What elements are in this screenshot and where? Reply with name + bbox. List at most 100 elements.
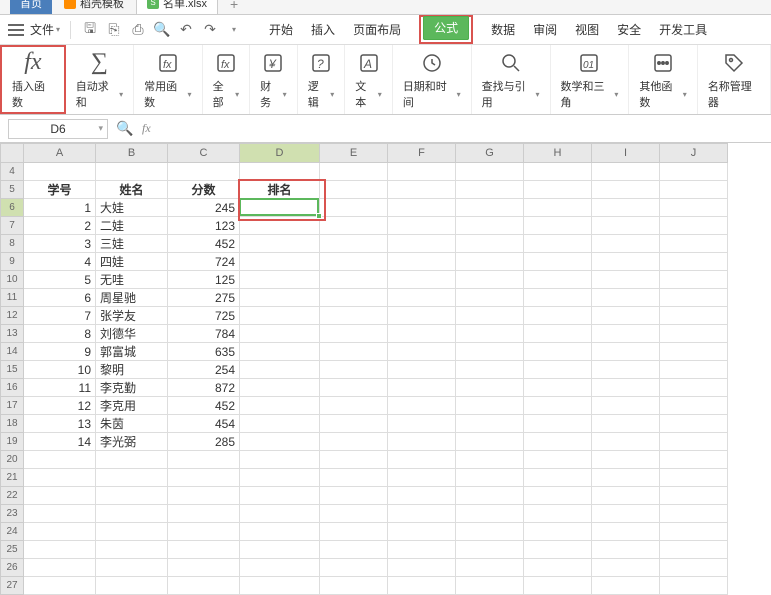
cell[interactable]: [592, 379, 660, 397]
cell[interactable]: [240, 415, 320, 433]
cell[interactable]: [524, 361, 592, 379]
row-header[interactable]: 9: [0, 253, 24, 271]
cell[interactable]: [96, 451, 168, 469]
cell[interactable]: [456, 577, 524, 595]
col-header-B[interactable]: B: [96, 143, 168, 163]
cell[interactable]: [592, 361, 660, 379]
col-header-G[interactable]: G: [456, 143, 524, 163]
cell[interactable]: 李克用: [96, 397, 168, 415]
tab-add[interactable]: +: [220, 0, 248, 14]
cell[interactable]: [388, 577, 456, 595]
cell[interactable]: [24, 469, 96, 487]
zoom-icon[interactable]: 🔍: [116, 120, 134, 138]
cell[interactable]: [592, 541, 660, 559]
col-header-E[interactable]: E: [320, 143, 388, 163]
cell[interactable]: 724: [168, 253, 240, 271]
cell[interactable]: [320, 361, 388, 379]
cell[interactable]: 2: [24, 217, 96, 235]
cell[interactable]: [240, 559, 320, 577]
cell[interactable]: [240, 235, 320, 253]
cell[interactable]: [456, 343, 524, 361]
cell[interactable]: [456, 487, 524, 505]
cell[interactable]: [96, 505, 168, 523]
cell[interactable]: [388, 343, 456, 361]
row-header[interactable]: 27: [0, 577, 24, 595]
cell[interactable]: 周星驰: [96, 289, 168, 307]
cell[interactable]: [240, 217, 320, 235]
cell[interactable]: [660, 469, 728, 487]
col-header-F[interactable]: F: [388, 143, 456, 163]
cell[interactable]: [660, 451, 728, 469]
cell[interactable]: 3: [24, 235, 96, 253]
cell[interactable]: [388, 271, 456, 289]
row-header[interactable]: 18: [0, 415, 24, 433]
cell[interactable]: [592, 415, 660, 433]
col-header-H[interactable]: H: [524, 143, 592, 163]
cell[interactable]: [456, 307, 524, 325]
col-header-J[interactable]: J: [660, 143, 728, 163]
cell[interactable]: [592, 271, 660, 289]
cell[interactable]: [456, 397, 524, 415]
cell[interactable]: [524, 505, 592, 523]
cell[interactable]: [388, 289, 456, 307]
cell[interactable]: [592, 253, 660, 271]
hamburger-icon[interactable]: [8, 24, 24, 36]
cell[interactable]: 郭富城: [96, 343, 168, 361]
cell[interactable]: [240, 343, 320, 361]
print-preview-icon[interactable]: 🔍: [153, 21, 171, 39]
other-fn-button[interactable]: 其他函数▾: [629, 45, 697, 114]
select-all-corner[interactable]: [0, 143, 24, 163]
row-header[interactable]: 23: [0, 505, 24, 523]
cell[interactable]: [24, 505, 96, 523]
cell[interactable]: [320, 271, 388, 289]
cell[interactable]: 大娃: [96, 199, 168, 217]
cell[interactable]: [168, 559, 240, 577]
cell[interactable]: [388, 253, 456, 271]
cell[interactable]: 452: [168, 235, 240, 253]
cell[interactable]: [456, 559, 524, 577]
cell[interactable]: [168, 487, 240, 505]
cell[interactable]: 725: [168, 307, 240, 325]
cell[interactable]: [524, 181, 592, 199]
cell[interactable]: 4: [24, 253, 96, 271]
cell[interactable]: 三娃: [96, 235, 168, 253]
cell[interactable]: [660, 289, 728, 307]
cell[interactable]: [96, 559, 168, 577]
cell[interactable]: [388, 505, 456, 523]
cell[interactable]: [660, 415, 728, 433]
cell[interactable]: [660, 253, 728, 271]
common-fn-button[interactable]: fx 常用函数▾: [134, 45, 202, 114]
cell[interactable]: [456, 505, 524, 523]
redo-icon[interactable]: ↷: [201, 21, 219, 39]
cell[interactable]: 5: [24, 271, 96, 289]
cell[interactable]: [240, 541, 320, 559]
cell[interactable]: [240, 163, 320, 181]
cell[interactable]: [388, 181, 456, 199]
cell[interactable]: 275: [168, 289, 240, 307]
cell[interactable]: [320, 577, 388, 595]
cell[interactable]: [388, 235, 456, 253]
print-icon[interactable]: ⎙: [129, 21, 147, 39]
cell[interactable]: [168, 505, 240, 523]
datetime-fn-button[interactable]: 日期和时间▾: [393, 45, 472, 114]
cell[interactable]: [524, 415, 592, 433]
cell[interactable]: [96, 523, 168, 541]
row-header[interactable]: 10: [0, 271, 24, 289]
cell[interactable]: [240, 577, 320, 595]
cell[interactable]: [456, 541, 524, 559]
cell[interactable]: [320, 235, 388, 253]
cell[interactable]: [24, 523, 96, 541]
tab-layout[interactable]: 页面布局: [353, 15, 401, 44]
row-header[interactable]: 19: [0, 433, 24, 451]
cell[interactable]: [24, 577, 96, 595]
cell[interactable]: [388, 397, 456, 415]
cell[interactable]: [524, 289, 592, 307]
col-header-A[interactable]: A: [24, 143, 96, 163]
cell[interactable]: [592, 505, 660, 523]
cell[interactable]: [524, 307, 592, 325]
cell[interactable]: 12: [24, 397, 96, 415]
math-fn-button[interactable]: 01 数学和三角▾: [551, 45, 630, 114]
cell[interactable]: [24, 487, 96, 505]
cell[interactable]: [388, 307, 456, 325]
cell[interactable]: [524, 577, 592, 595]
